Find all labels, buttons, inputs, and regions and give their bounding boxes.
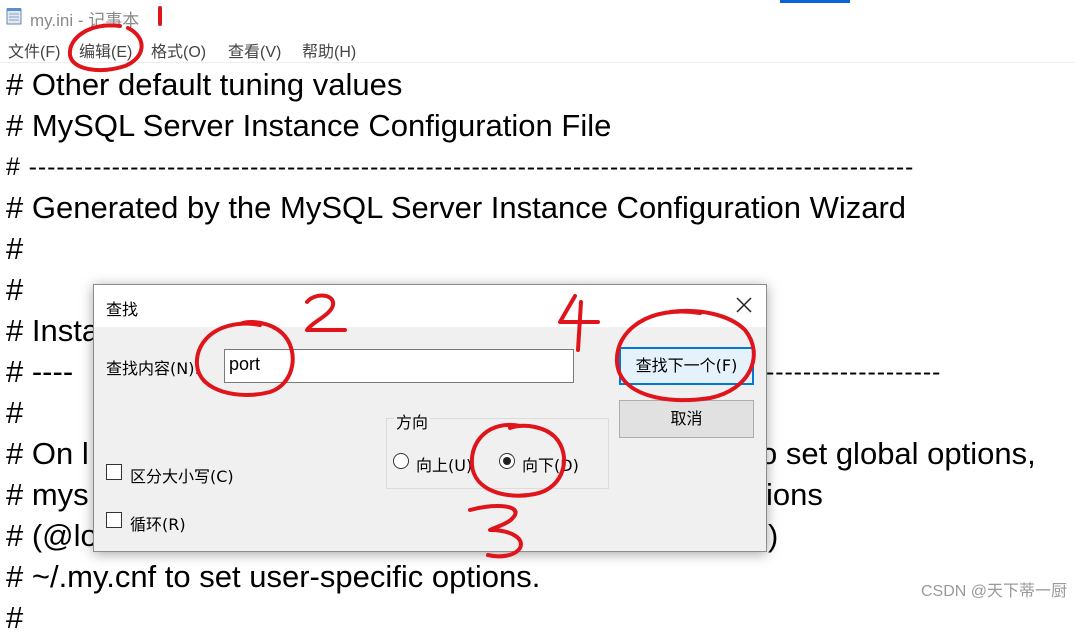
wrap-around-checkbox[interactable] (106, 512, 122, 528)
dialog-title-bar: 查找 (94, 285, 766, 327)
text-line: # (6, 395, 24, 430)
direction-label: 方向 (394, 409, 431, 433)
text-line: # Insta (6, 313, 100, 348)
menu-format[interactable]: 格式(O) (151, 38, 206, 62)
text-line-fragment: ) (768, 518, 779, 553)
find-input[interactable]: port (224, 349, 574, 383)
text-line-fragment: ------------------- (766, 358, 942, 386)
text-line: # mys (6, 477, 89, 512)
title-accent-strip (780, 0, 850, 3)
text-line: # (6, 231, 24, 266)
find-next-button[interactable]: 查找下一个(F) (619, 347, 754, 385)
text-line: # Other default tuning values (6, 67, 403, 102)
menu-file[interactable]: 文件(F) (8, 38, 60, 62)
text-line-fragment: ions (766, 477, 823, 512)
menu-edit[interactable]: 编辑(E) (79, 38, 132, 62)
match-case-label[interactable]: 区分大小写(C) (130, 463, 234, 487)
menu-view[interactable]: 查看(V) (228, 38, 281, 62)
direction-up-radio[interactable] (393, 453, 409, 469)
text-line: # (@lo (6, 518, 98, 553)
text-line: # Generated by the MySQL Server Instance… (6, 190, 907, 225)
text-line-fragment: o set global options, (760, 436, 1036, 471)
direction-up-label[interactable]: 向上(U) (416, 452, 472, 476)
title-bar: my.ini - 记事本 (0, 0, 1075, 34)
direction-down-label[interactable]: 向下(D) (522, 452, 579, 476)
watermark: CSDN @天下蒂一厨 (920, 583, 1067, 600)
text-line: # MySQL Server Instance Configuration Fi… (6, 108, 612, 143)
menu-bar: 文件(F) 编辑(E) 格式(O) 查看(V) 帮助(H) (0, 34, 1075, 63)
menu-help[interactable]: 帮助(H) (302, 38, 356, 62)
match-case-checkbox[interactable] (106, 464, 122, 480)
wrap-around-label[interactable]: 循环(R) (130, 511, 186, 535)
direction-down-radio[interactable] (499, 453, 515, 469)
notepad-icon (6, 8, 22, 25)
find-dialog: 查找 查找内容(N): port 查找下一个(F) 取消 方向 向上(U) 向下… (93, 284, 767, 552)
dialog-title: 查找 (106, 300, 139, 319)
text-line: # (6, 600, 24, 635)
find-label: 查找内容(N): (106, 359, 200, 378)
text-line: # --------------------------------------… (6, 153, 915, 181)
text-line: # (6, 272, 24, 307)
close-icon[interactable] (732, 293, 756, 317)
window-title: my.ini - 记事本 (30, 11, 140, 30)
text-line: # ---- (6, 354, 74, 389)
text-line: # ~/.my.cnf to set user-specific options… (6, 559, 541, 594)
text-line: # On l (6, 436, 89, 471)
cancel-button[interactable]: 取消 (619, 400, 754, 438)
